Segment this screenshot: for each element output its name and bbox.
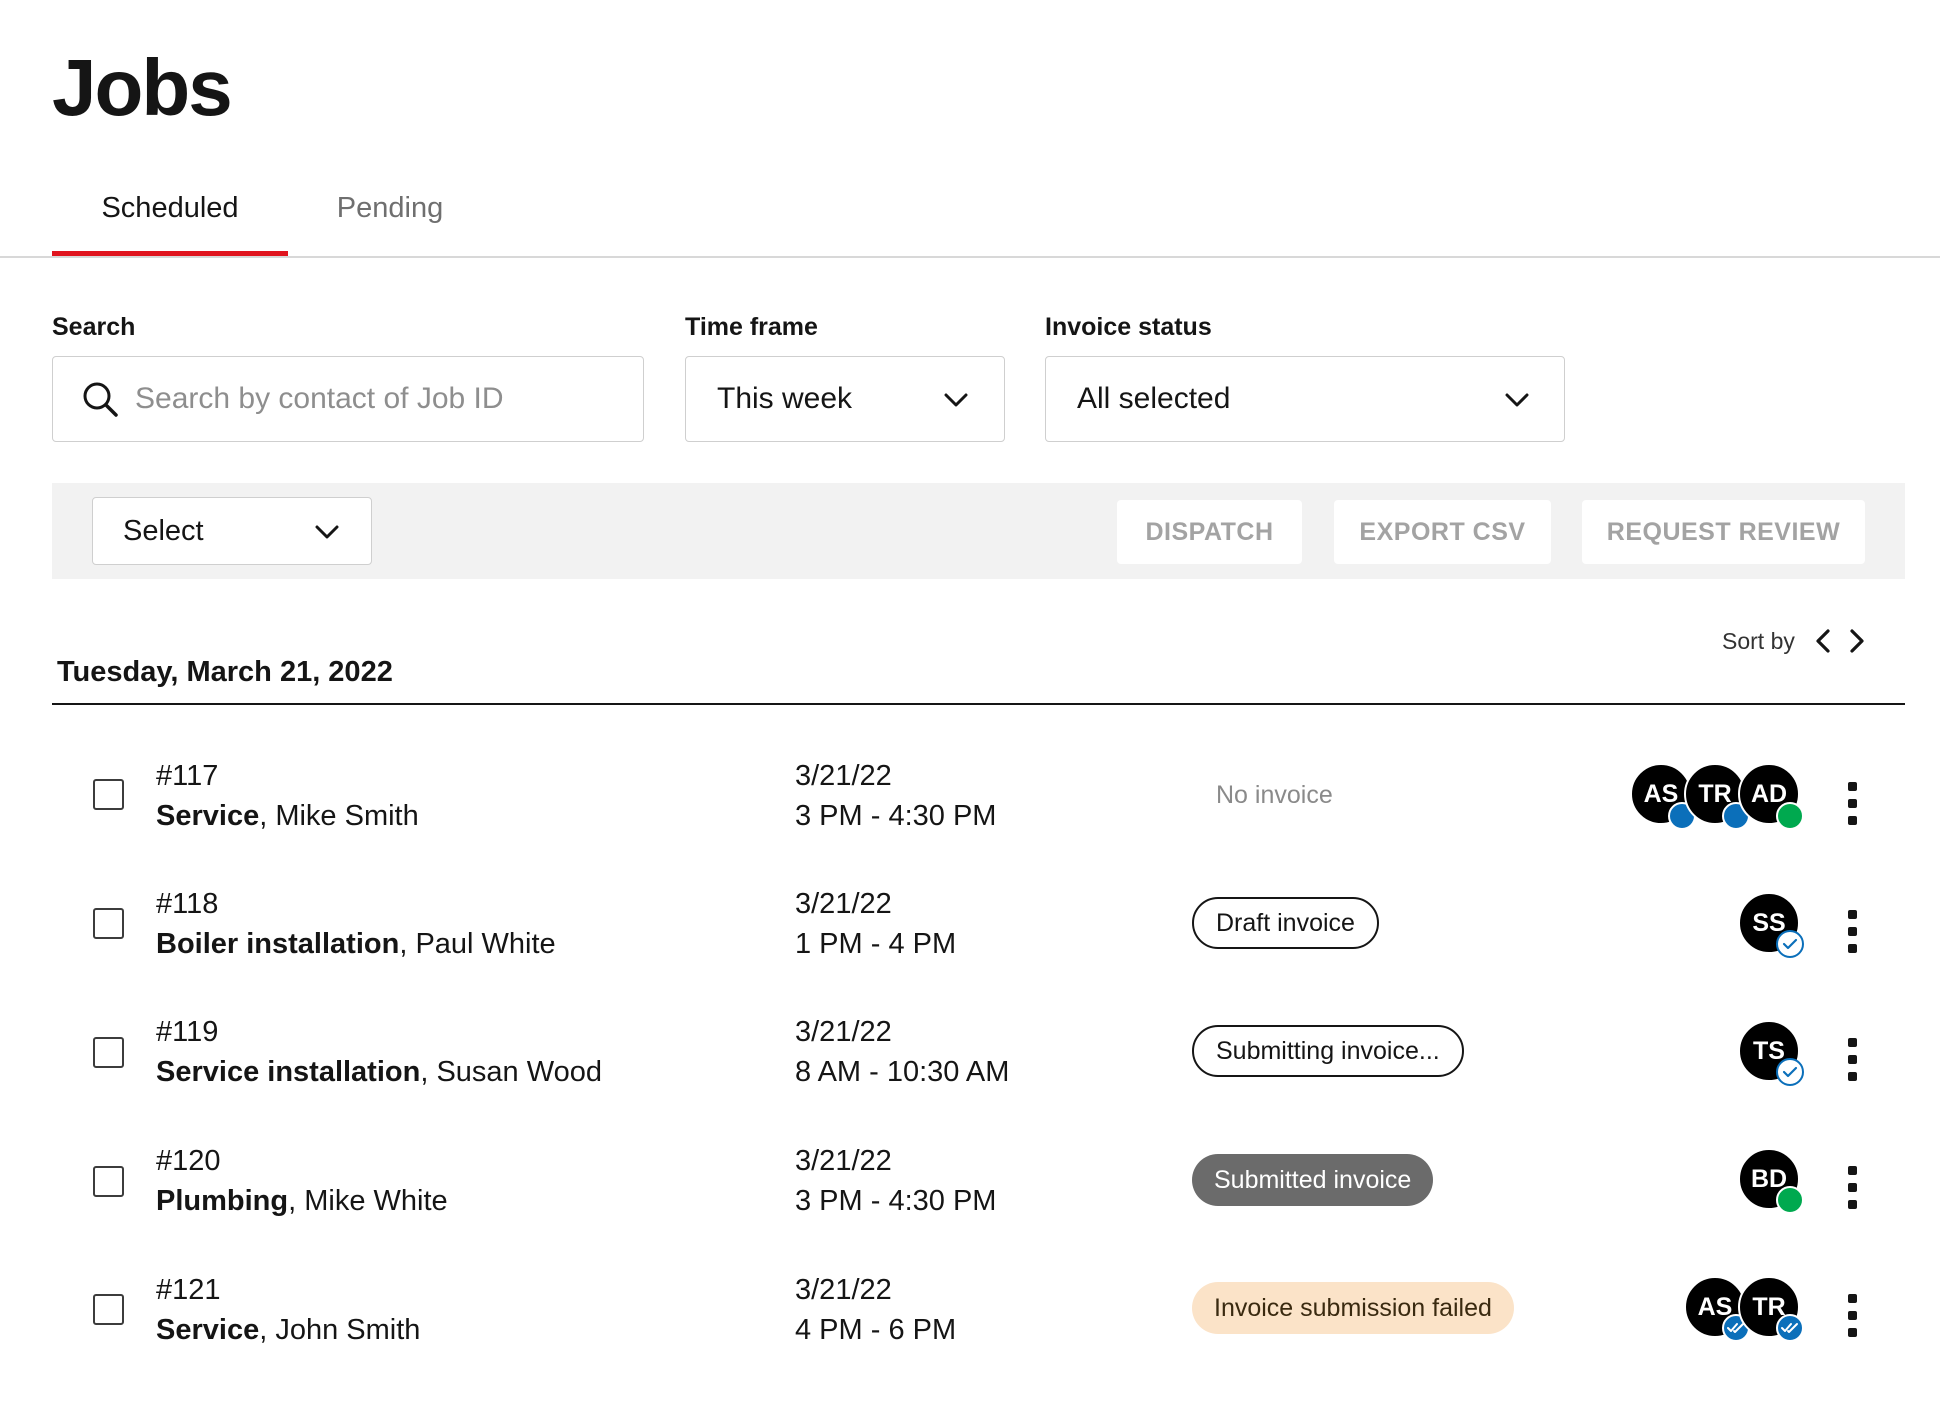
page-title: Jobs (52, 43, 233, 132)
chevron-down-icon (315, 525, 339, 539)
check-icon (1782, 938, 1798, 950)
job-date: 3/21/22 (795, 888, 892, 920)
job-time: 3 PM - 4:30 PM (795, 1185, 997, 1217)
invoice-status-badge[interactable]: Submitting invoice... (1192, 1025, 1464, 1077)
row-checkbox[interactable] (93, 1294, 124, 1325)
job-date: 3/21/22 (795, 1274, 892, 1306)
invoice-status-label: Invoice status (1045, 313, 1212, 341)
job-type: Plumbing (156, 1185, 289, 1217)
more-options-icon[interactable] (1840, 910, 1866, 954)
job-id: #117 (156, 760, 219, 792)
search-label: Search (52, 313, 136, 341)
row-checkbox[interactable] (93, 908, 124, 939)
tab-scheduled[interactable]: Scheduled (52, 188, 288, 254)
table-row: #119 Service installation, Susan Wood 3/… (0, 996, 1940, 1124)
request-review-button[interactable]: REQUEST REVIEW (1582, 500, 1865, 564)
job-contact: , Susan Wood (420, 1056, 602, 1088)
job-contact: , Mike White (288, 1185, 448, 1217)
row-checkbox[interactable] (93, 779, 124, 810)
job-contact: , Paul White (399, 928, 556, 960)
timeframe-select[interactable]: This week (685, 356, 1005, 442)
job-contact: , Mike Smith (259, 800, 419, 832)
job-id: #119 (156, 1016, 219, 1048)
status-dot-green (1776, 1186, 1804, 1214)
more-options-icon[interactable] (1840, 1166, 1866, 1210)
status-check-icon (1776, 930, 1804, 958)
job-type: Service installation (156, 1056, 421, 1088)
job-description: Service installation, Susan Wood (156, 1056, 602, 1089)
sort-by-label: Sort by (1722, 628, 1795, 654)
chevron-right-icon[interactable] (1845, 628, 1869, 654)
row-checkbox[interactable] (93, 1166, 124, 1197)
invoice-status-value: All selected (1077, 382, 1231, 415)
timeframe-label: Time frame (685, 313, 818, 341)
job-date: 3/21/22 (795, 1016, 892, 1048)
timeframe-value: This week (717, 382, 853, 415)
bulk-select-value: Select (123, 515, 204, 547)
day-heading: Tuesday, March 21, 2022 (57, 656, 393, 688)
search-input[interactable] (135, 382, 595, 416)
more-options-icon[interactable] (1840, 1294, 1866, 1338)
job-date: 3/21/22 (795, 760, 892, 792)
double-check-icon (1781, 1323, 1798, 1333)
chevron-left-icon[interactable] (1811, 628, 1835, 654)
job-id: #118 (156, 888, 219, 920)
tab-bar: Scheduled Pending (0, 170, 1940, 258)
job-description: Service, Mike Smith (156, 800, 419, 833)
row-checkbox[interactable] (93, 1037, 124, 1068)
more-options-icon[interactable] (1840, 782, 1866, 826)
tab-pending[interactable]: Pending (320, 188, 460, 254)
export-csv-button[interactable]: EXPORT CSV (1334, 500, 1551, 564)
job-description: Boiler installation, Paul White (156, 928, 556, 961)
invoice-status-badge[interactable]: Submitted invoice (1192, 1154, 1434, 1206)
job-time: 8 AM - 10:30 AM (795, 1056, 1010, 1088)
job-type: Service (156, 800, 260, 832)
job-type: Boiler installation (156, 928, 400, 960)
job-type: Service (156, 1314, 260, 1346)
chevron-down-icon (944, 393, 968, 407)
day-divider (52, 703, 1905, 705)
check-icon (1782, 1066, 1798, 1078)
job-description: Plumbing, Mike White (156, 1185, 448, 1218)
search-icon (83, 382, 118, 417)
job-description: Service, John Smith (156, 1314, 420, 1347)
invoice-status-select[interactable]: All selected (1045, 356, 1565, 442)
bulk-action-toolbar: Select DISPATCH EXPORT CSV REQUEST REVIE… (52, 483, 1905, 579)
job-id: #121 (156, 1274, 221, 1306)
job-date: 3/21/22 (795, 1145, 892, 1177)
table-row: #117 Service, Mike Smith 3/21/22 3 PM - … (0, 740, 1940, 868)
dispatch-button[interactable]: DISPATCH (1117, 500, 1302, 564)
active-tab-indicator (52, 251, 288, 256)
more-options-icon[interactable] (1840, 1038, 1866, 1082)
job-id: #120 (156, 1145, 221, 1177)
invoice-status-badge: No invoice (1216, 780, 1333, 809)
table-row: #120 Plumbing, Mike White 3/21/22 3 PM -… (0, 1124, 1940, 1252)
status-check-icon (1776, 1058, 1804, 1086)
bulk-select-dropdown[interactable]: Select (92, 497, 372, 565)
job-time: 1 PM - 4 PM (795, 928, 957, 960)
status-dot-green (1776, 802, 1804, 830)
table-row: #118 Boiler installation, Paul White 3/2… (0, 868, 1940, 996)
chevron-down-icon (1505, 393, 1529, 407)
invoice-status-badge[interactable]: Draft invoice (1192, 897, 1379, 949)
job-time: 3 PM - 4:30 PM (795, 800, 997, 832)
job-contact: , John Smith (259, 1314, 421, 1346)
search-box[interactable] (52, 356, 644, 442)
invoice-status-badge[interactable]: Invoice submission failed (1192, 1282, 1514, 1334)
status-double-check-icon (1776, 1314, 1804, 1342)
job-time: 4 PM - 6 PM (795, 1314, 957, 1346)
table-row: #121 Service, John Smith 3/21/22 4 PM - … (0, 1252, 1940, 1380)
